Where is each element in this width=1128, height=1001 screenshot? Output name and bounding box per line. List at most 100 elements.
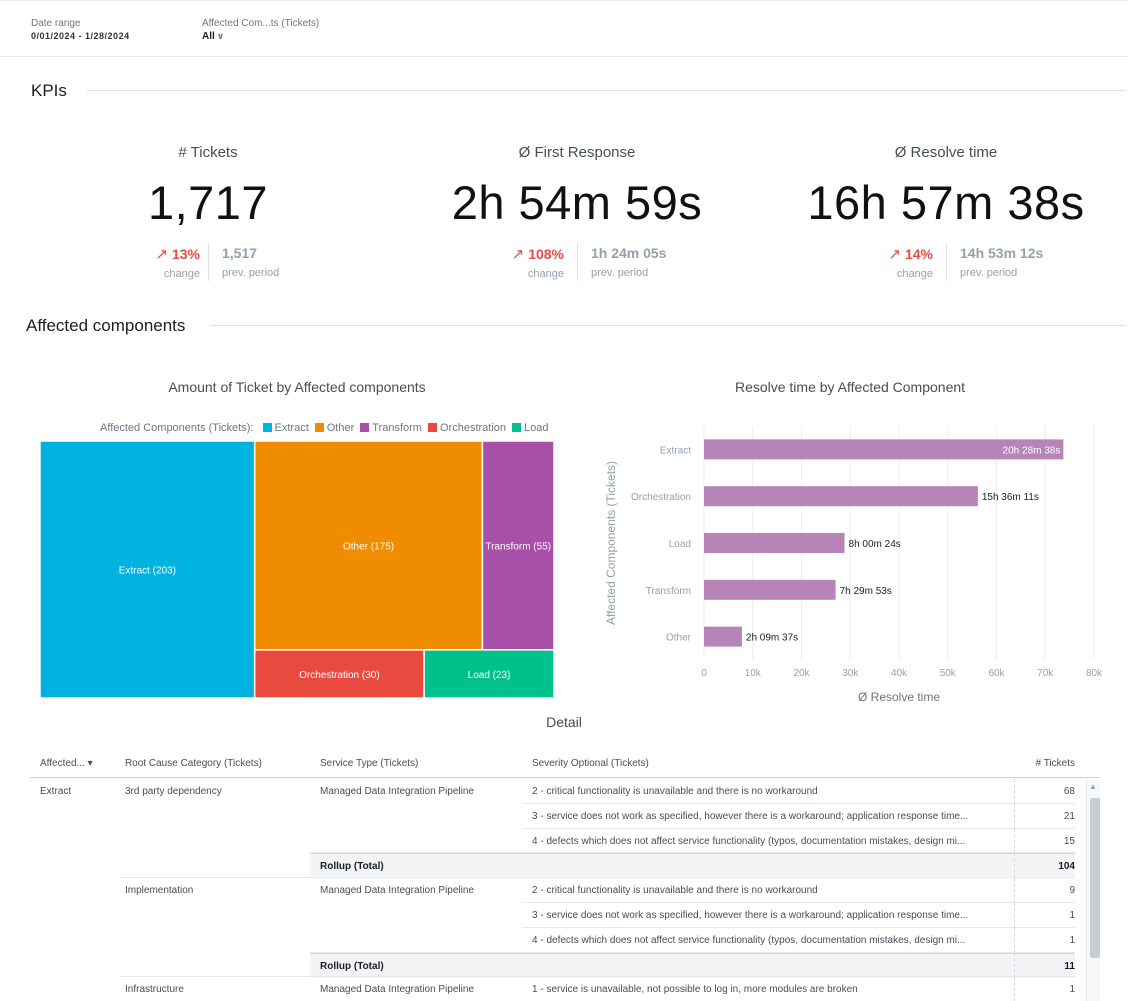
legend-label: Transform bbox=[372, 422, 422, 434]
bar-chart-title: Resolve time by Affected Component bbox=[734, 379, 966, 395]
column-divider bbox=[1014, 977, 1015, 1001]
column-divider bbox=[1014, 878, 1015, 903]
cell-affected: Extract bbox=[40, 786, 72, 797]
prev-value: 1,517 bbox=[222, 245, 258, 261]
date-range-filter[interactable]: Date range 0/01/2024 - 1/28/2024 bbox=[31, 18, 130, 41]
affected-filter-value: All ∨ bbox=[202, 31, 225, 42]
legend-swatch bbox=[512, 423, 522, 432]
change-block: ↗ 14% change bbox=[853, 245, 933, 280]
treemap-cell-other: Other (175) bbox=[253, 441, 484, 651]
prev-block: 14h 53m 12s prev. period bbox=[960, 245, 1043, 279]
table-row: Infrastructure Managed Data Integration P… bbox=[30, 977, 1075, 1001]
cell-tickets: 68 bbox=[1063, 786, 1075, 797]
sort-down-icon: ▾ bbox=[87, 758, 93, 769]
y-axis-label: Affected Components (Tickets) bbox=[604, 461, 618, 625]
column-divider bbox=[1014, 927, 1015, 953]
cell-severity: 4 - defects which does not affect servic… bbox=[532, 934, 966, 946]
cell-service: Rollup (Total) bbox=[320, 861, 384, 873]
col-header-root-cause[interactable]: Root Cause Category (Tickets) bbox=[125, 758, 262, 769]
bar-data-label: 15h 36m 11s bbox=[982, 492, 1039, 503]
col-header-tickets[interactable]: # Tickets bbox=[1010, 758, 1075, 769]
change-block: ↗ 108% change bbox=[484, 245, 564, 280]
kpi-resolve-time: Ø Resolve time 16h 57m 38s bbox=[781, 140, 1111, 230]
treemap-label-other: Other (175) bbox=[343, 541, 394, 552]
bar-transform bbox=[704, 579, 836, 600]
bar-data-label: 8h 00m 24s bbox=[849, 539, 901, 550]
column-divider bbox=[1014, 903, 1015, 928]
affected-section-title: Affected components bbox=[26, 316, 186, 335]
affected-components-filter[interactable]: Affected Com...ts (Tickets) All ∨ bbox=[202, 18, 319, 42]
legend-item-load[interactable]: Load bbox=[512, 422, 549, 434]
kpis-section-title: KPIs bbox=[31, 81, 67, 100]
treemap-label-extract: Extract (203) bbox=[119, 566, 176, 577]
col-header-severity[interactable]: Severity Optional (Tickets) bbox=[532, 758, 649, 769]
trend-up-icon: ↗ bbox=[888, 246, 901, 263]
table-rollup-row: Rollup (Total) 11 bbox=[30, 952, 1075, 978]
cell-tickets: 9 bbox=[1069, 885, 1075, 897]
cell-service: Managed Data Integration Pipeline bbox=[320, 786, 474, 797]
chevron-down-icon: ∨ bbox=[216, 31, 225, 41]
kpi-divider bbox=[577, 243, 578, 281]
table-row: 3 - service does not work as specified, … bbox=[30, 903, 1075, 928]
table-row: 3 - service does not work as specified, … bbox=[30, 803, 1075, 829]
col-header-service-type[interactable]: Service Type (Tickets) bbox=[320, 758, 418, 769]
bar-orchestration bbox=[704, 486, 978, 507]
cell-root: 3rd party dependency bbox=[125, 786, 222, 797]
trend-up-icon: ↗ bbox=[155, 246, 168, 263]
treemap-title: Amount of Ticket by Affected components bbox=[168, 379, 426, 395]
treemap-legend: Affected Components (Tickets): Extract Ot… bbox=[100, 422, 549, 434]
prev-label: prev. period bbox=[222, 267, 280, 279]
kpi-divider bbox=[946, 243, 947, 281]
cell-severity: 2 - critical functionality is unavailabl… bbox=[532, 885, 818, 897]
treemap-label-transform: Transform (55) bbox=[485, 541, 551, 552]
cell-service: Managed Data Integration Pipeline bbox=[320, 984, 474, 996]
legend-label: Load bbox=[524, 422, 549, 434]
table-row: 4 - defects which does not affect servic… bbox=[30, 927, 1075, 953]
y-tick-label: Transform bbox=[646, 586, 691, 597]
column-divider bbox=[1014, 803, 1015, 829]
scroll-up-icon[interactable]: ▲ bbox=[1089, 782, 1097, 791]
table-row: Extract 3rd party dependency Managed Data … bbox=[30, 779, 1075, 804]
scroll-thumb[interactable] bbox=[1090, 798, 1100, 958]
x-tick-label: 80k bbox=[1086, 668, 1103, 679]
x-tick-label: 0 bbox=[701, 668, 707, 679]
treemap-chart: Extract (203) Other (175) Transform (55) Or… bbox=[40, 441, 554, 698]
change-label: change bbox=[527, 268, 564, 280]
cell-tickets: 1 bbox=[1069, 910, 1075, 921]
legend-item-transform[interactable]: Transform bbox=[360, 422, 422, 434]
change-block: ↗ 13% change bbox=[120, 245, 200, 280]
column-divider bbox=[1014, 828, 1015, 854]
kpi-tickets: # Tickets 1,717 bbox=[43, 140, 373, 230]
legend-swatch bbox=[262, 423, 272, 432]
kpi-divider bbox=[208, 243, 209, 281]
table-row: 4 - defects which does not affect servic… bbox=[30, 828, 1075, 854]
table-rollup-row: Rollup (Total) 104 bbox=[30, 853, 1075, 879]
legend-swatch bbox=[360, 423, 370, 432]
bar-other bbox=[704, 626, 742, 647]
x-tick-label: 70k bbox=[1037, 668, 1054, 679]
cell-severity: 3 - service does not work as specified, … bbox=[532, 810, 969, 822]
prev-block: 1,517 prev. period bbox=[222, 245, 279, 279]
cell-tickets: 11 bbox=[1064, 960, 1075, 972]
legend-label: Extract bbox=[274, 422, 309, 434]
legend-item-other[interactable]: Other bbox=[314, 422, 354, 434]
cell-severity: 3 - service does not work as specified, … bbox=[532, 910, 969, 921]
prev-label: prev. period bbox=[960, 267, 1018, 279]
affected-section-divider bbox=[210, 325, 1126, 326]
legend-label: Orchestration bbox=[439, 422, 507, 434]
legend-swatch bbox=[427, 423, 437, 432]
table-scrollbar[interactable]: ▲ bbox=[1086, 780, 1100, 1001]
bar-data-label: 7h 29m 53s bbox=[840, 586, 892, 597]
legend-item-extract[interactable]: Extract bbox=[262, 422, 309, 434]
treemap-label-orchestration: Orchestration (30) bbox=[299, 670, 380, 681]
kpi-name: Ø Resolve time bbox=[894, 144, 998, 161]
bar-load bbox=[704, 533, 845, 553]
legend-item-orchestration[interactable]: Orchestration bbox=[427, 422, 507, 434]
y-tick-label: Load bbox=[669, 539, 691, 550]
cell-tickets: 104 bbox=[1058, 861, 1075, 873]
col-header-affected[interactable]: Affected... ▾ bbox=[40, 758, 93, 769]
cell-service: Managed Data Integration Pipeline bbox=[320, 885, 474, 897]
table-header: Affected... ▾ Root Cause Category (Ticke… bbox=[30, 752, 1100, 778]
y-tick-label: Extract bbox=[660, 445, 691, 456]
kpi-tickets-comparison: ↗ 13% change 1,517 prev. period bbox=[115, 243, 315, 285]
